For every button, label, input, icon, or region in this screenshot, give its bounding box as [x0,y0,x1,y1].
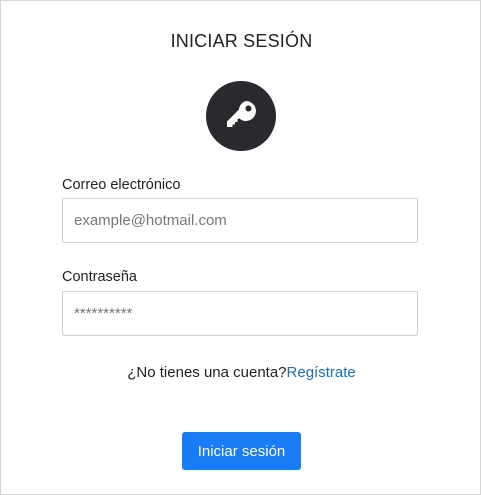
signup-prompt: ¿No tienes una cuenta? [127,364,287,381]
signup-prompt-line: ¿No tienes una cuenta?Regístrate [1,364,481,381]
login-button[interactable]: Iniciar sesión [182,432,301,470]
page-title: INICIAR SESIÓN [170,31,313,51]
login-card: INICIAR SESIÓN Correo electrónico Contra… [0,0,481,495]
password-label: Contraseña [62,269,137,285]
email-field[interactable] [62,198,418,243]
password-field[interactable] [62,291,418,336]
key-icon-circle [206,81,276,151]
signup-link[interactable]: Regístrate [287,364,356,381]
key-icon [227,101,256,127]
email-label: Correo electrónico [62,177,181,193]
